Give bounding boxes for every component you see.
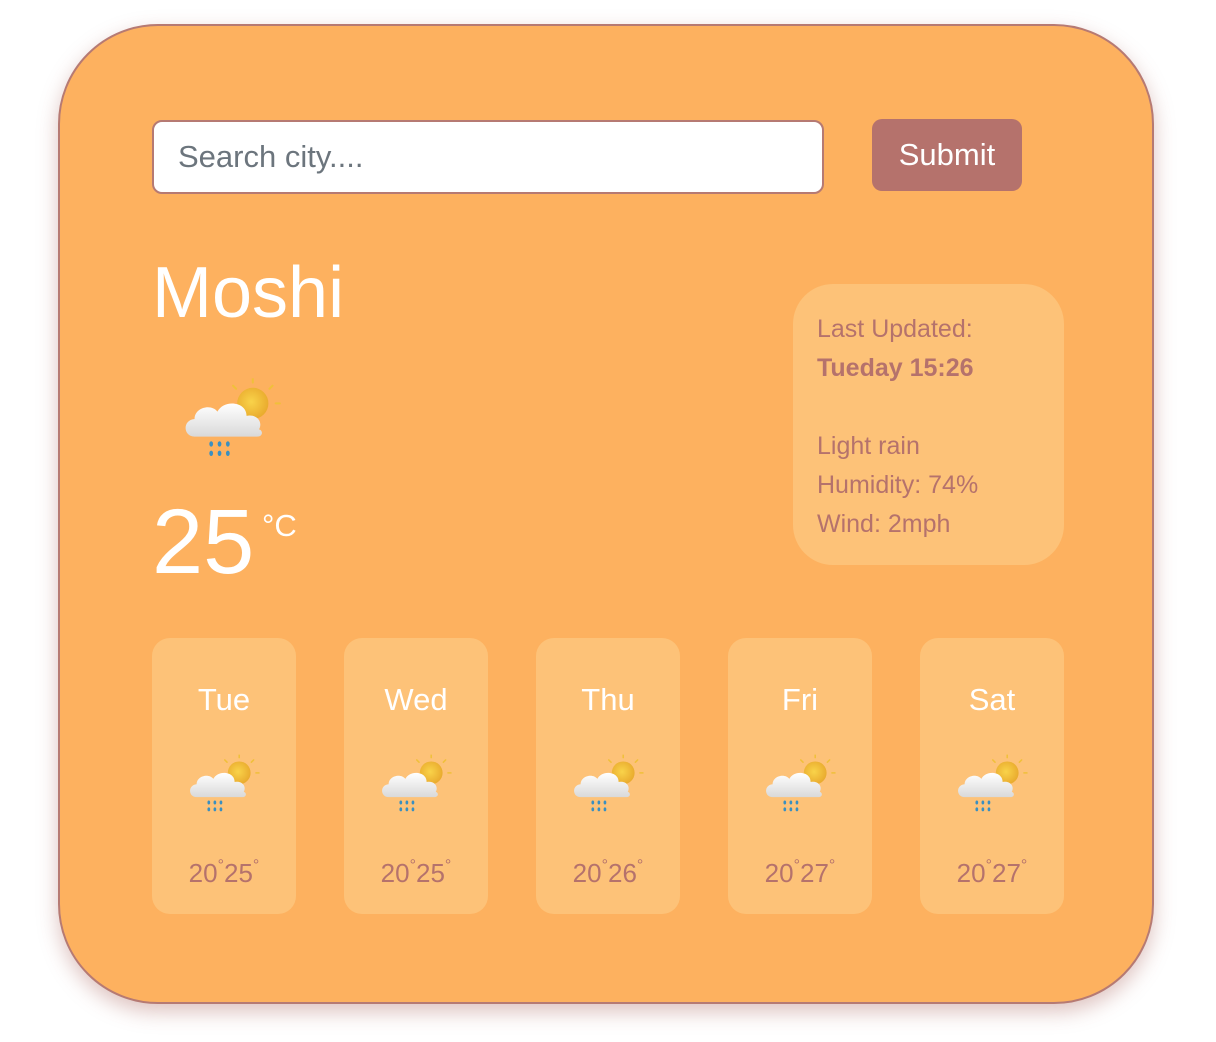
last-updated-label: Last Updated: <box>817 315 973 343</box>
degree-symbol: ° <box>828 857 836 875</box>
forecast-day-card: Sat 20°27° <box>920 638 1064 914</box>
forecast-temperatures: 20°25° <box>344 857 488 889</box>
weather-description: Light rain <box>817 432 920 460</box>
forecast-max-temp: 25 <box>224 858 253 888</box>
degree-symbol: ° <box>601 857 608 875</box>
details-spacer <box>817 388 1040 427</box>
cloud-sun-rain-icon <box>378 750 454 820</box>
wind-value: Wind: 2mph <box>817 510 951 538</box>
degree-symbol: ° <box>217 857 224 875</box>
degree-symbol: ° <box>1020 857 1028 875</box>
forecast-min-temp: 20 <box>188 858 218 888</box>
humidity-value: Humidity: 74% <box>817 471 979 499</box>
forecast-day-name: Tue <box>197 682 251 717</box>
forecast-day-name: Fri <box>781 682 819 717</box>
forecast-temperatures: 20°26° <box>536 857 680 889</box>
last-updated-value: Tueday 15:26 <box>817 354 974 382</box>
degree-symbol: ° <box>985 857 992 875</box>
cloud-sun-rain-icon <box>954 750 1030 820</box>
cloud-sun-rain-icon <box>570 750 646 820</box>
forecast-min-temp: 20 <box>764 858 794 888</box>
forecast-day-name: Thu <box>581 682 635 717</box>
forecast-max-temp: 27 <box>800 858 829 888</box>
forecast-max-temp: 25 <box>416 858 445 888</box>
search-input[interactable] <box>152 120 824 194</box>
forecast-temperatures: 20°27° <box>728 857 872 889</box>
forecast-temperatures: 20°25° <box>152 857 296 889</box>
degree-symbol: ° <box>409 857 416 875</box>
degree-symbol: ° <box>636 857 644 875</box>
forecast-day-name: Wed <box>384 682 448 717</box>
forecast-temperatures: 20°27° <box>920 857 1064 889</box>
forecast-day-name: Sat <box>968 682 1016 717</box>
degree-symbol: ° <box>252 857 260 875</box>
forecast-day-card: Wed 20°25° <box>344 638 488 914</box>
current-temperature: 25 <box>152 491 255 593</box>
forecast-day-card: Tue 20°25° <box>152 638 296 914</box>
cloud-sun-rain-icon <box>186 750 262 820</box>
degree-symbol: ° <box>444 857 452 875</box>
cloud-sun-rain-icon <box>762 750 838 820</box>
forecast-min-temp: 20 <box>572 858 602 888</box>
forecast-day-card: Fri 20°27° <box>728 638 872 914</box>
city-name: Moshi <box>152 253 345 333</box>
temperature-unit: °C <box>262 508 297 543</box>
forecast-max-temp: 26 <box>608 858 637 888</box>
degree-symbol: ° <box>793 857 800 875</box>
forecast-day-card: Thu 20°26° <box>536 638 680 914</box>
forecast-min-temp: 20 <box>956 858 986 888</box>
forecast-min-temp: 20 <box>380 858 410 888</box>
weather-card: Submit Moshi 25 °C Last Updated: Tueday … <box>58 24 1154 1004</box>
forecast-max-temp: 27 <box>992 858 1021 888</box>
cloud-sun-rain-icon <box>180 378 284 462</box>
details-panel: Last Updated: Tueday 15:26 Light rain Hu… <box>793 284 1064 565</box>
submit-button[interactable]: Submit <box>872 119 1022 191</box>
